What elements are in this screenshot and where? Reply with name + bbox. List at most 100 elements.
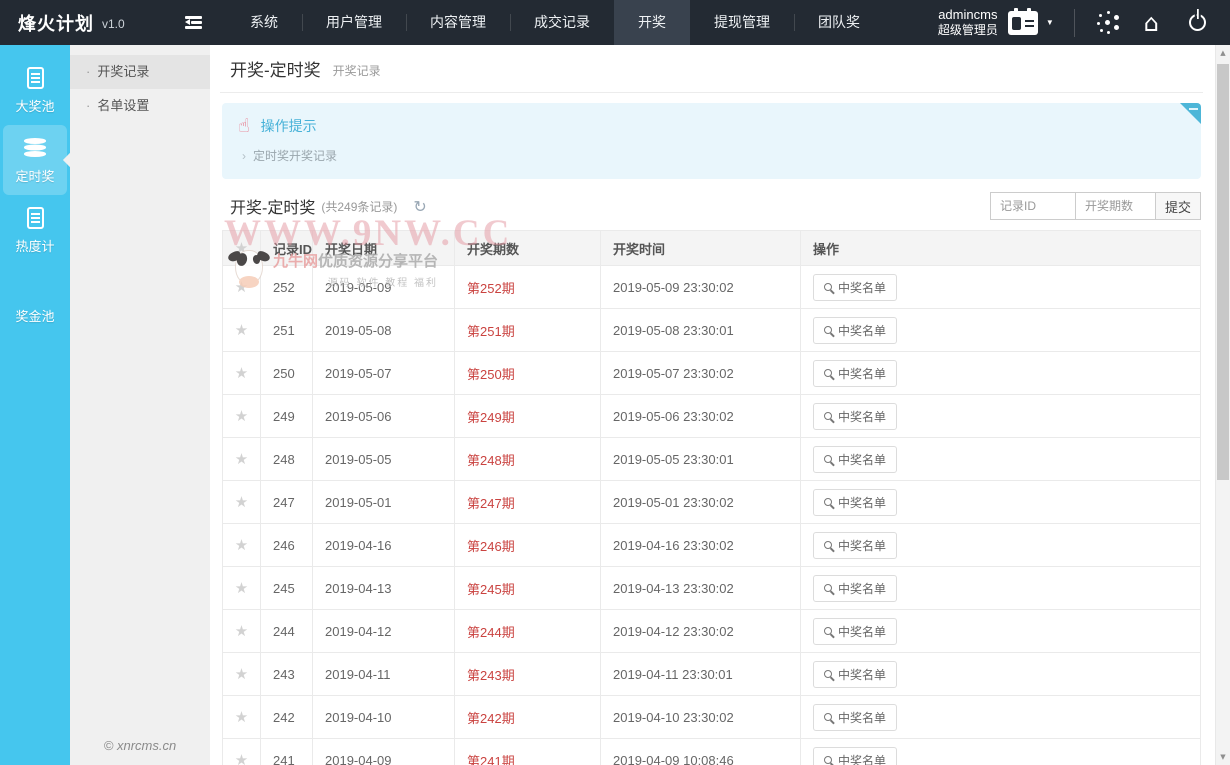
list-header: 开奖-定时奖 (共249条记录) ↻ 提交 [220, 179, 1203, 230]
favorite-star-icon[interactable]: ★ [235, 321, 248, 339]
draw-time-cell: 2019-04-10 23:30:02 [601, 696, 801, 739]
winners-button[interactable]: 中奖名单 [813, 661, 897, 688]
issue-number-input[interactable] [1076, 192, 1156, 220]
issue-link[interactable]: 第243期 [467, 668, 515, 683]
action-cell: 中奖名单 [801, 524, 1201, 567]
winners-button-label: 中奖名单 [838, 408, 886, 425]
sidebar-item[interactable]: 奖金池 [3, 265, 67, 335]
submit-button[interactable]: 提交 [1156, 192, 1201, 220]
action-cell: 中奖名单 [801, 309, 1201, 352]
draw-date-cell: 2019-05-08 [313, 309, 455, 352]
coins-icon [24, 138, 46, 158]
winners-button[interactable]: 中奖名单 [813, 618, 897, 645]
action-cell: 中奖名单 [801, 610, 1201, 653]
main-content: 开奖-定时奖 开奖记录 ☝ 操作提示 ›定时奖开奖记录 开奖-定时奖 (共249… [210, 45, 1230, 765]
refresh-icon[interactable]: ↻ [413, 197, 426, 216]
nav-menu-item[interactable]: 用户管理 [302, 0, 406, 45]
favorite-star-icon[interactable]: ★ [235, 536, 248, 554]
record-id-cell: 247 [261, 481, 313, 524]
favorite-star-icon[interactable]: ★ [235, 665, 248, 683]
record-id-input[interactable] [990, 192, 1076, 220]
winners-button[interactable]: 中奖名单 [813, 575, 897, 602]
issue-link[interactable]: 第246期 [467, 539, 515, 554]
vertical-scrollbar[interactable]: ▲ ▼ [1215, 45, 1230, 765]
winners-button[interactable]: 中奖名单 [813, 360, 897, 387]
submenu-item[interactable]: ·开奖记录 [70, 55, 210, 89]
winners-button[interactable]: 中奖名单 [813, 403, 897, 430]
search-magnifier-icon [824, 756, 832, 764]
issue-link[interactable]: 第251期 [467, 324, 515, 339]
favorite-star-icon[interactable]: ★ [235, 450, 248, 468]
issue-cell: 第248期 [455, 438, 601, 481]
favorite-cell: ★ [223, 524, 261, 567]
search-group: 提交 [990, 192, 1201, 220]
search-magnifier-icon [824, 326, 832, 334]
tip-title: 操作提示 [261, 116, 317, 136]
brand-logo: 烽火计划 [18, 10, 94, 36]
favorite-star-icon[interactable]: ★ [235, 708, 248, 726]
table-row: ★ 241 2019-04-09 第241期 2019-04-09 10:08:… [223, 739, 1201, 765]
clear-cache-dots-icon[interactable] [1105, 20, 1110, 25]
results-table: ★ 记录ID 开奖日期 开奖期数 开奖时间 操作 ★ 252 2019-05-0… [222, 230, 1201, 765]
table-header-cell: 开奖日期 [313, 231, 455, 266]
winners-button[interactable]: 中奖名单 [813, 489, 897, 516]
winners-button[interactable]: 中奖名单 [813, 532, 897, 559]
draw-date-cell: 2019-05-07 [313, 352, 455, 395]
issue-link[interactable]: 第250期 [467, 367, 515, 382]
sidebar-item[interactable]: 定时奖 [3, 125, 67, 195]
issue-link[interactable]: 第245期 [467, 582, 515, 597]
page-title: 开奖-定时奖 [230, 56, 321, 81]
navbar-divider [1074, 9, 1075, 37]
search-magnifier-icon [824, 283, 832, 291]
favorite-star-icon[interactable]: ★ [235, 407, 248, 425]
scrollbar-thumb[interactable] [1217, 64, 1229, 480]
table-row: ★ 243 2019-04-11 第243期 2019-04-11 23:30:… [223, 653, 1201, 696]
favorite-star-icon[interactable]: ★ [235, 579, 248, 597]
favorite-star-icon[interactable]: ★ [235, 493, 248, 511]
favorite-star-icon[interactable]: ★ [235, 622, 248, 640]
favorite-star-icon[interactable]: ★ [235, 364, 248, 382]
home-icon[interactable]: ⌂ [1144, 13, 1159, 33]
nav-menu-item[interactable]: 开奖 [614, 0, 690, 45]
sidebar-toggle-button[interactable] [172, 0, 214, 45]
list-title: 开奖-定时奖 [230, 194, 315, 218]
favorite-star-icon[interactable]: ★ [235, 751, 248, 765]
submenu-item[interactable]: ·名单设置 [70, 89, 210, 123]
issue-link[interactable]: 第249期 [467, 410, 515, 425]
issue-link[interactable]: 第252期 [467, 281, 515, 296]
issue-link[interactable]: 第244期 [467, 625, 515, 640]
logout-button[interactable] [1189, 14, 1206, 31]
issue-link[interactable]: 第242期 [467, 711, 515, 726]
winners-button[interactable]: 中奖名单 [813, 747, 897, 765]
record-id-cell: 242 [261, 696, 313, 739]
draw-date-cell: 2019-04-12 [313, 610, 455, 653]
nav-menu-item[interactable]: 成交记录 [510, 0, 614, 45]
winners-button[interactable]: 中奖名单 [813, 446, 897, 473]
user-info[interactable]: admincms 超级管理员 [938, 7, 998, 38]
favorite-star-icon[interactable]: ★ [235, 278, 248, 296]
sidebar-item[interactable]: 热度计 [3, 195, 67, 265]
winners-button[interactable]: 中奖名单 [813, 317, 897, 344]
nav-menu-item[interactable]: 系统 [226, 0, 302, 45]
id-card-icon[interactable] [1008, 11, 1038, 35]
issue-link[interactable]: 第247期 [467, 496, 515, 511]
page-header: 开奖-定时奖 开奖记录 [220, 45, 1203, 93]
nav-menu-item[interactable]: 团队奖 [794, 0, 884, 45]
scroll-up-button[interactable]: ▲ [1216, 45, 1230, 61]
search-magnifier-icon [824, 670, 832, 678]
copyright-footer: © xnrcms.cn [70, 738, 210, 753]
nav-menu-item[interactable]: 内容管理 [406, 0, 510, 45]
draw-date-cell: 2019-04-11 [313, 653, 455, 696]
nav-menu-item[interactable]: 提现管理 [690, 0, 794, 45]
tip-collapse-corner[interactable] [1180, 103, 1201, 124]
scroll-down-button[interactable]: ▼ [1216, 749, 1230, 765]
issue-link[interactable]: 第241期 [467, 754, 515, 765]
winners-button-label: 中奖名单 [838, 580, 886, 597]
table-row: ★ 251 2019-05-08 第251期 2019-05-08 23:30:… [223, 309, 1201, 352]
winners-button[interactable]: 中奖名单 [813, 274, 897, 301]
chevron-down-icon[interactable]: ▼ [1046, 18, 1054, 27]
sidebar-item[interactable]: 大奖池 [3, 55, 67, 125]
winners-button[interactable]: 中奖名单 [813, 704, 897, 731]
issue-link[interactable]: 第248期 [467, 453, 515, 468]
draw-time-cell: 2019-05-07 23:30:02 [601, 352, 801, 395]
